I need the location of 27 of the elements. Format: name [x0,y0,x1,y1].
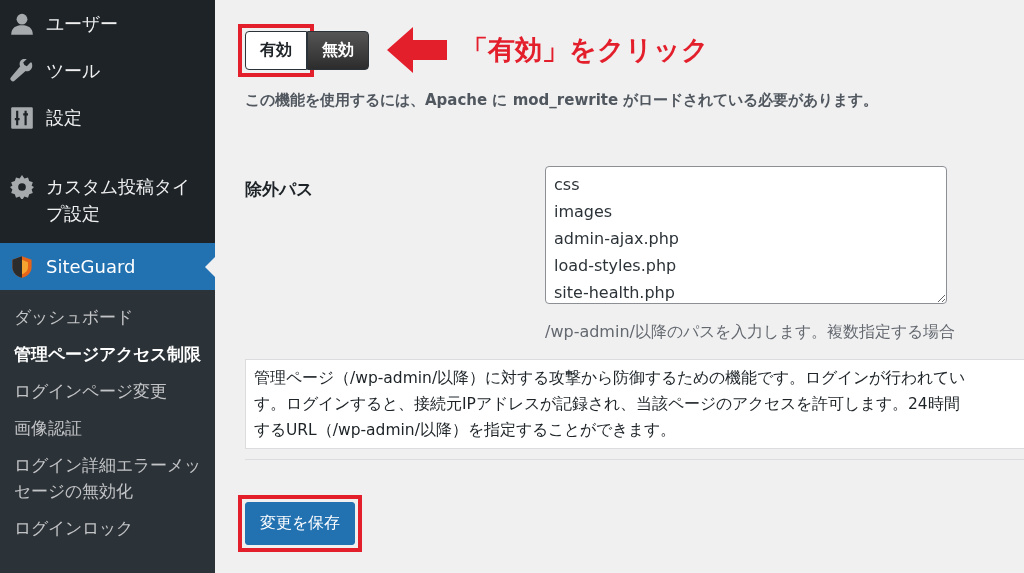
gear-icon [10,175,34,199]
sliders-icon [10,106,34,130]
shield-icon [10,255,34,279]
toggle-option[interactable]: 無効 [307,30,369,70]
wrench-icon [10,59,34,83]
sidebar-menu-item[interactable]: カスタム投稿タイプ設定 [0,163,215,237]
pointer-arrow [387,27,447,73]
sidebar-menu-item[interactable]: ツール [0,47,215,94]
save-button[interactable]: 変更を保存 [245,502,355,545]
submenu-item[interactable]: ログインロック [0,511,215,548]
sidebar-menu-item[interactable]: SiteGuard [0,243,215,290]
current-pointer-icon [205,256,215,277]
description-text: 管理ページ（/wp-admin/以降）に対する攻撃から防御するための機能です。ログインが行われてい す。ログインすると、接続元IPアドレスが記録され、当該ページのアクセスを許可します。24時間 するURL（/wp-admin/以降）を指定することができます。 [245,359,1024,449]
submenu-item[interactable]: ログインページ変更 [0,374,215,411]
field-hint: /wp-admin/以降のパスを入力します。複数指定する場合 [545,322,956,343]
sidebar-menu-item[interactable]: 設定 [0,94,215,141]
exclude-path-field[interactable]: css images admin-ajax.php load-styles.php site-health.php [545,166,947,304]
submenu-item[interactable]: 管理ページアクセス制限 [0,337,215,374]
sidebar-menu-item[interactable]: ユーザー [0,0,215,47]
toggle-option[interactable]: 有効 [245,30,307,70]
callout-text: 「有効」をクリック [461,33,709,67]
field-label: 除外パス [245,178,314,201]
submenu-item[interactable]: ダッシュボード [0,300,215,337]
user-icon [10,12,34,36]
submenu-item[interactable]: 画像認証 [0,411,215,448]
requirement-note: この機能を使用するには、Apache に mod_rewrite がロードされている必要があります。 [245,91,880,110]
submenu-item[interactable]: ログイン詳細エラーメッセージの無効化 [0,448,215,511]
